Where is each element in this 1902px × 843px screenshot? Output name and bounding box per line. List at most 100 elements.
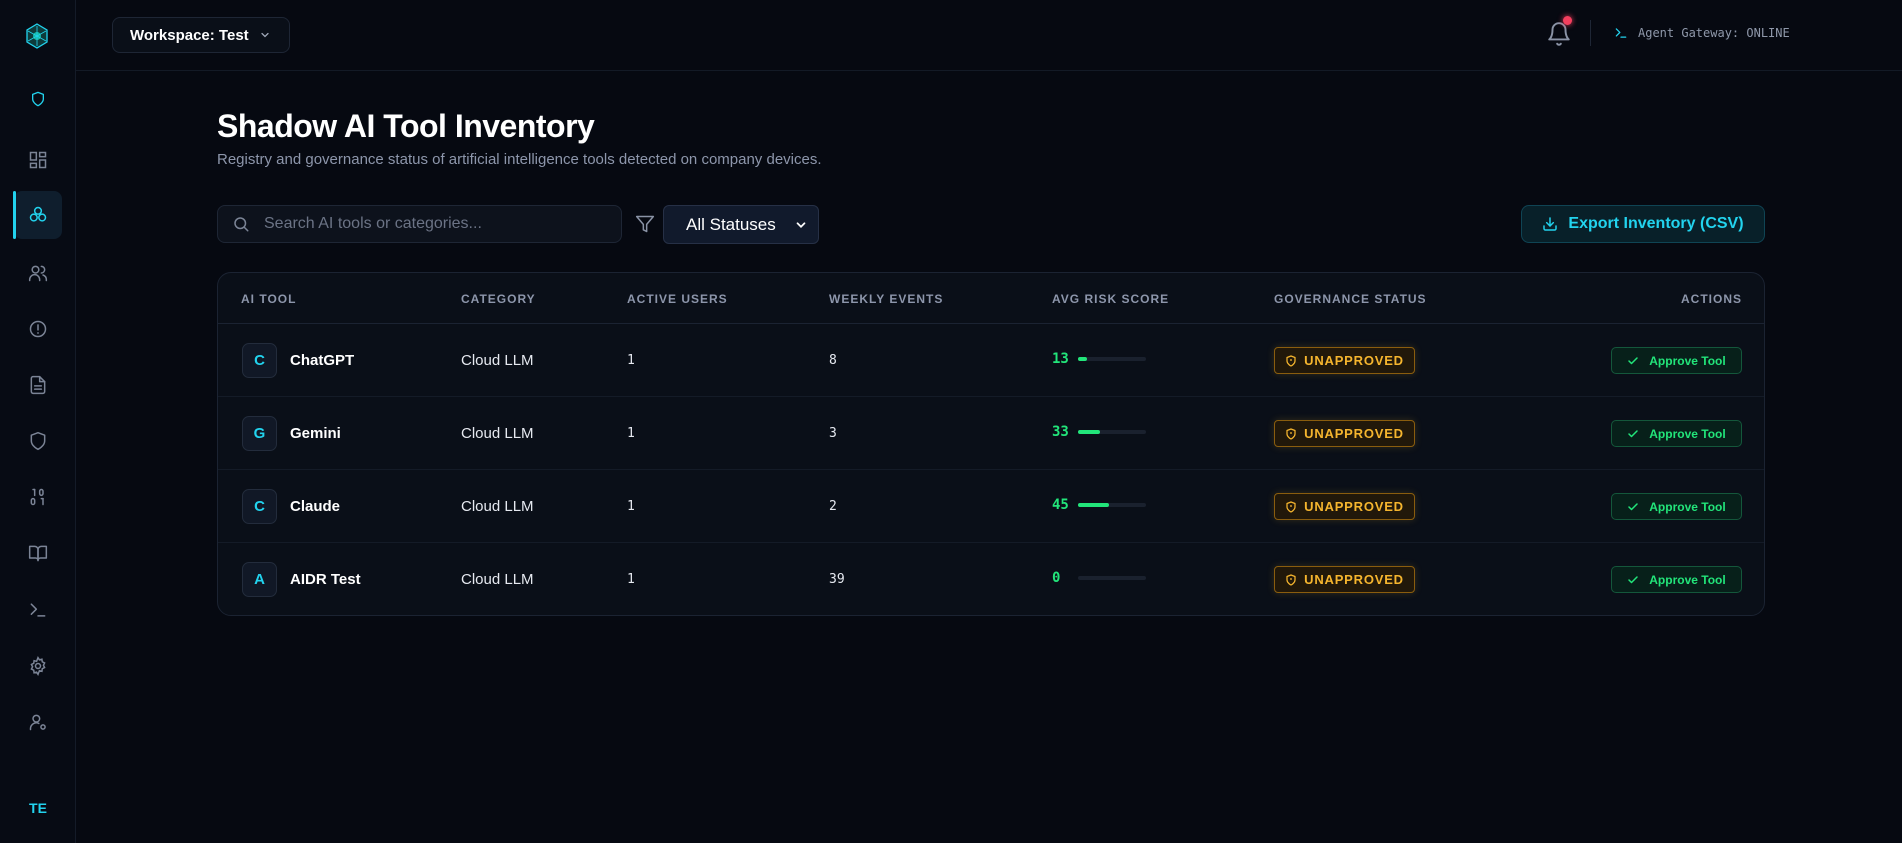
app-logo-icon[interactable] [21, 20, 53, 52]
status-badge-label: UNAPPROVED [1304, 499, 1404, 514]
risk-score: 45 [1052, 497, 1146, 513]
nav-alerts[interactable] [14, 305, 62, 353]
tool-category: Cloud LLM [461, 425, 534, 442]
column-header: CATEGORY [461, 292, 536, 306]
column-header: ACTIONS [1681, 292, 1742, 306]
tool-name: Claude [290, 498, 341, 515]
table-header: AI TOOL CATEGORY ACTIVE USERS WEEKLY EVE… [218, 273, 1764, 324]
shield-icon [31, 91, 44, 107]
nav-settings[interactable] [14, 642, 62, 690]
nav-shield[interactable] [14, 75, 62, 123]
risk-score-value: 45 [1052, 497, 1069, 513]
shield-alert-icon [1286, 573, 1296, 586]
active-users: 1 [627, 499, 635, 514]
ai-tools-table: AI TOOL CATEGORY ACTIVE USERS WEEKLY EVE… [217, 272, 1765, 616]
weekly-events: 39 [829, 572, 845, 587]
terminal-icon [30, 603, 46, 617]
shield-alert-icon [1286, 427, 1296, 440]
table-row: C Claude Cloud LLM 1 2 45 UNAPPROVED App… [218, 470, 1764, 543]
status-badge: UNAPPROVED [1274, 493, 1415, 520]
nav-user-settings[interactable] [14, 698, 62, 746]
tool-avatar: C [242, 343, 277, 378]
tool-avatar: A [242, 562, 277, 597]
nav-policies[interactable] [14, 417, 62, 465]
column-header: ACTIVE USERS [627, 292, 728, 306]
approve-tool-button[interactable]: Approve Tool [1611, 420, 1742, 447]
page-subtitle: Registry and governance status of artifi… [217, 151, 822, 168]
status-badge: UNAPPROVED [1274, 347, 1415, 374]
tool-avatar: G [242, 416, 277, 451]
tool-category: Cloud LLM [461, 571, 534, 588]
approve-button-label: Approve Tool [1649, 426, 1726, 441]
status-filter-select[interactable]: All Statuses [663, 205, 819, 244]
check-icon [1628, 575, 1639, 583]
active-users: 1 [627, 353, 635, 368]
book-icon [28, 545, 48, 562]
user-avatar[interactable]: TE [0, 800, 76, 816]
check-icon [1628, 429, 1639, 437]
risk-bar [1078, 503, 1146, 507]
status-badge-label: UNAPPROVED [1304, 426, 1404, 441]
risk-bar-fill [1078, 357, 1087, 361]
ai-tools-icon [29, 206, 47, 222]
approve-button-label: Approve Tool [1649, 353, 1726, 368]
risk-score-value: 13 [1052, 351, 1069, 367]
topbar-divider [1590, 20, 1591, 46]
shield-alert-icon [1286, 354, 1296, 367]
status-filter-value: All Statuses [686, 214, 776, 234]
tool-category: Cloud LLM [461, 352, 534, 369]
risk-score-value: 0 [1052, 570, 1061, 586]
status-badge: UNAPPROVED [1274, 420, 1415, 447]
risk-bar [1078, 357, 1146, 361]
table-row: G Gemini Cloud LLM 1 3 33 UNAPPROVED App… [218, 397, 1764, 470]
chevron-down-icon [261, 32, 269, 38]
nav-ai-tools[interactable] [13, 191, 62, 239]
tool-avatar: C [242, 489, 277, 524]
workspace-selector[interactable]: Workspace: Test [112, 17, 290, 53]
column-header: AI TOOL [241, 292, 297, 306]
weekly-events: 3 [829, 426, 837, 441]
status-badge: UNAPPROVED [1274, 566, 1415, 593]
dashboard-icon [29, 151, 47, 169]
document-icon [30, 375, 46, 395]
tool-name: ChatGPT [290, 352, 355, 369]
gear-icon [30, 656, 46, 676]
nav-binary[interactable] [14, 473, 62, 521]
notification-dot [1563, 16, 1572, 25]
approve-tool-button[interactable]: Approve Tool [1611, 347, 1742, 374]
export-inventory-button[interactable]: Export Inventory (CSV) [1521, 205, 1765, 243]
active-users: 1 [627, 426, 635, 441]
export-button-label: Export Inventory (CSV) [1568, 215, 1744, 232]
search-input[interactable] [264, 215, 604, 233]
workspace-label: Workspace: Test [130, 26, 249, 44]
column-header: GOVERNANCE STATUS [1274, 292, 1427, 306]
tool-category: Cloud LLM [461, 498, 534, 515]
shield-alert-icon [1286, 500, 1296, 513]
gateway-status-text: Agent Gateway: ONLINE [1638, 26, 1790, 40]
page-title: Shadow AI Tool Inventory [217, 108, 595, 144]
status-badge-label: UNAPPROVED [1304, 353, 1404, 368]
approve-tool-button[interactable]: Approve Tool [1611, 566, 1742, 593]
user-settings-icon [29, 714, 46, 731]
approve-tool-button[interactable]: Approve Tool [1611, 493, 1742, 520]
nav-dashboard[interactable] [14, 136, 62, 184]
risk-score-value: 33 [1052, 424, 1069, 440]
terminal-prompt-icon [1615, 28, 1627, 38]
risk-score: 33 [1052, 424, 1146, 440]
nav-documents[interactable] [14, 361, 62, 409]
alert-icon [29, 320, 47, 338]
status-badge-label: UNAPPROVED [1304, 572, 1404, 587]
weekly-events: 2 [829, 499, 837, 514]
risk-bar-fill [1078, 430, 1101, 434]
check-icon [1628, 356, 1639, 364]
risk-score: 0 [1052, 570, 1146, 586]
filter-icon [635, 215, 655, 233]
table-row: A AIDR Test Cloud LLM 1 39 0 UNAPPROVED … [218, 543, 1764, 615]
nav-docs[interactable] [14, 529, 62, 577]
download-icon [1543, 217, 1558, 231]
nav-users[interactable] [14, 249, 62, 297]
approve-button-label: Approve Tool [1649, 572, 1726, 587]
column-header: WEEKLY EVENTS [829, 292, 944, 306]
risk-bar [1078, 576, 1146, 580]
nav-terminal[interactable] [14, 586, 62, 634]
